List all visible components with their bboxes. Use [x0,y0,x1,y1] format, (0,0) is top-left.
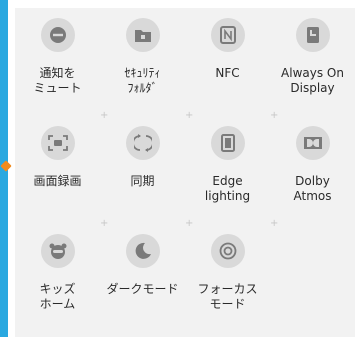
tile-label: ｾｷｭﾘﾃｨ ﾌｫﾙﾀﾞ [124,66,161,95]
tile-label: キッズ ホーム [39,282,76,311]
tile-dark-mode[interactable]: ダークモード [100,234,185,334]
nfc-icon [210,18,245,52]
tile-label: フォーカス モード [197,282,258,311]
separator-plus: + [185,110,194,121]
secure-folder-icon [125,18,160,52]
tile-label: ダークモード [106,282,179,296]
tile-label: NFC [215,66,240,80]
kids-home-icon [40,234,75,268]
edge-lighting-icon [210,126,245,160]
tile-focus-mode[interactable]: フォーカス モード [185,234,270,334]
tile-row: キッズ ホーム ダークモード フォーカス モード [15,234,355,342]
separator-plus: + [270,110,279,121]
mute-notifications-icon [40,18,75,52]
tile-row: 画面録画 同期 Edge lighting Dolby Atmos + + + [15,126,355,234]
sync-icon [125,126,160,160]
separator-plus: + [100,110,109,121]
dark-mode-icon [125,234,160,268]
separator-plus: + [100,218,109,229]
focus-mode-icon [210,234,245,268]
tile-label: Dolby Atmos [293,174,332,203]
tile-kids-home[interactable]: キッズ ホーム [15,234,100,334]
always-on-display-icon [295,18,330,52]
tile-nfc[interactable]: NFC [185,18,270,118]
quick-settings-grid: 通知を ミュート ｾｷｭﾘﾃｨ ﾌｫﾙﾀﾞ NFC Always On Disp… [15,18,355,342]
tile-label: Edge lighting [204,174,251,203]
tile-mute-notifications[interactable]: 通知を ミュート [15,18,100,118]
tile-edge-lighting[interactable]: Edge lighting [185,126,270,226]
quick-settings-panel: 通知を ミュート ｾｷｭﾘﾃｨ ﾌｫﾙﾀﾞ NFC Always On Disp… [15,8,355,337]
tile-secure-folder[interactable]: ｾｷｭﾘﾃｨ ﾌｫﾙﾀﾞ [100,18,185,118]
tile-screen-recorder[interactable]: 画面録画 [15,126,100,226]
separator-plus: + [185,218,194,229]
tile-always-on-display[interactable]: Always On Display [270,18,355,118]
separator-plus: + [270,218,279,229]
tile-dolby-atmos[interactable]: Dolby Atmos [270,126,355,226]
screen-recorder-icon [40,126,75,160]
tile-label: 同期 [130,174,155,188]
tile-sync[interactable]: 同期 [100,126,185,226]
tile-row: 通知を ミュート ｾｷｭﾘﾃｨ ﾌｫﾙﾀﾞ NFC Always On Disp… [15,18,355,126]
tile-label: 画面録画 [33,174,82,188]
tile-label: Always On Display [281,66,344,95]
tile-label: 通知を ミュート [33,66,82,95]
dolby-atmos-icon [295,126,330,160]
